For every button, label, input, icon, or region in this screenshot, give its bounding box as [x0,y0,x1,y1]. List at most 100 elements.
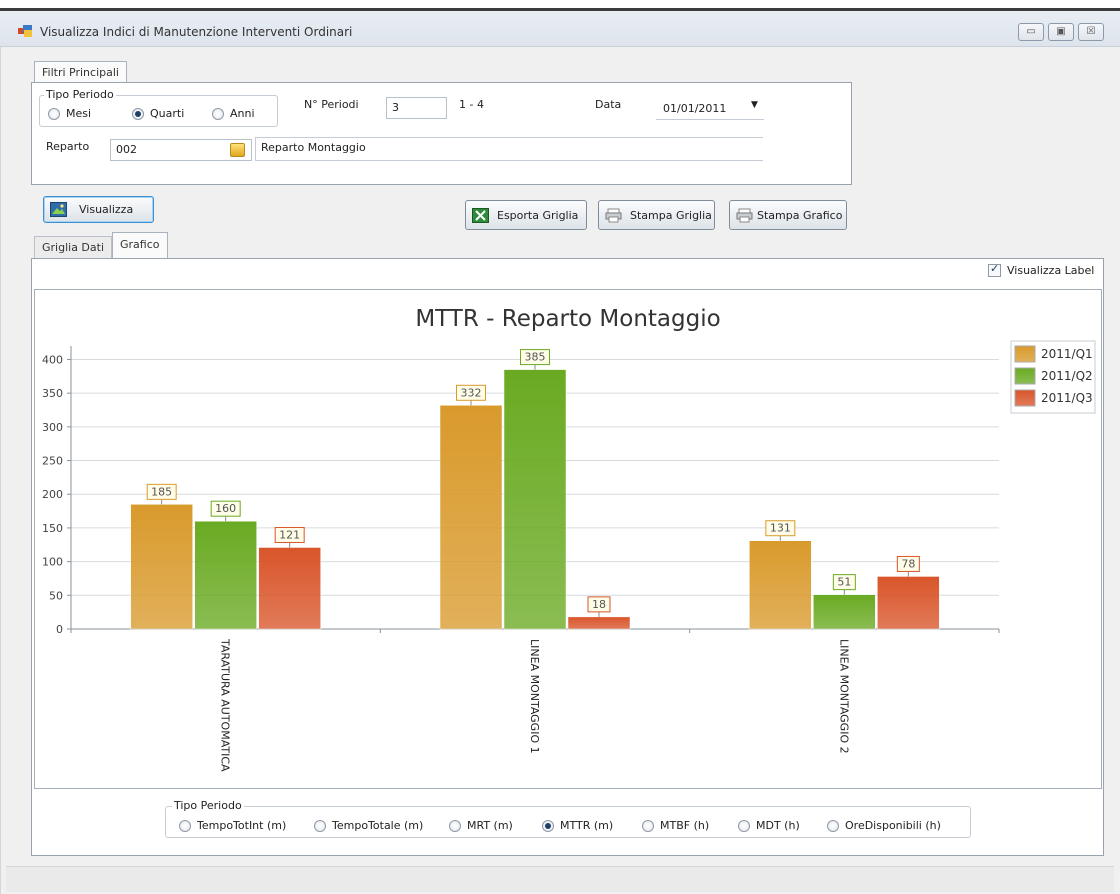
data-label: 51 [837,576,851,589]
bar [130,504,193,630]
reparto-name-value: Reparto Montaggio [261,141,366,154]
index-option-label: TempoTotale (m) [332,819,424,832]
tab-filtri-principali[interactable]: Filtri Principali [34,61,127,83]
radio-mesi-label: Mesi [66,107,92,120]
index-option-tempototint[interactable]: TempoTotInt (m) [179,819,286,832]
stampa-griglia-label: Stampa Griglia [630,208,712,222]
app-window-icon [18,25,32,37]
bar [877,576,940,630]
stampa-griglia-button[interactable]: Stampa Griglia [598,200,715,230]
radio-circle[interactable] [827,819,839,832]
y-tick-label: 0 [56,623,63,636]
legend-swatch [1014,345,1036,363]
radio-anni-label: Anni [230,107,255,120]
radio-anni[interactable]: Anni [212,107,255,120]
radio-circle[interactable] [738,819,750,832]
radio-quarti-circle[interactable] [132,107,144,120]
excel-icon [472,207,489,223]
maximize-button[interactable]: ▣ [1048,23,1074,41]
stampa-grafico-button[interactable]: Stampa Grafico [729,200,847,230]
bar [749,540,812,630]
index-option-mdt[interactable]: MDT (h) [738,819,800,832]
data-label: Data [595,98,622,111]
visualizza-button[interactable]: Visualizza [43,196,154,223]
index-option-label: TempoTotInt (m) [197,819,287,832]
index-option-mrt[interactable]: MRT (m) [449,819,513,832]
x-category-label: LINEA MONTAGGIO 1 [528,639,541,754]
index-option-oredisponibili[interactable]: OreDisponibili (h) [827,819,941,832]
visualizza-label: Visualizza [79,203,134,216]
index-option-tempototale[interactable]: TempoTotale (m) [314,819,423,832]
picture-icon [50,202,67,217]
y-tick-label: 250 [42,455,63,468]
bar [258,547,321,630]
data-label: 18 [592,598,606,611]
index-option-mttr[interactable]: MTTR (m) [542,819,613,832]
reparto-label: Reparto [46,140,90,153]
window-title: Visualizza Indici di Manutenzione Interv… [40,25,353,39]
n-periodi-label: N° Periodi [304,98,359,111]
lookup-folder-icon[interactable] [230,143,245,157]
index-option-label: MTBF (h) [660,819,710,832]
visualizza-label-checkbox[interactable]: ✓ Visualizza Label [988,262,1095,277]
date-picker[interactable]: 01/01/2011 ▼ [656,96,764,120]
index-selector-label: Tipo Periodo [172,799,244,812]
data-label: 121 [279,528,300,541]
date-value: 01/01/2011 [663,102,727,115]
esporta-griglia-button[interactable]: Esporta Griglia [465,200,587,230]
data-label: 131 [770,522,791,535]
chevron-down-icon[interactable]: ▼ [751,100,758,110]
printer-icon [736,208,753,222]
radio-quarti-label: Quarti [150,107,185,120]
legend-swatch [1014,389,1036,407]
index-option-label: MRT (m) [467,819,513,832]
data-label: 185 [151,485,172,498]
legend-entry: 2011/Q1 [1041,347,1093,361]
index-option-label: MDT (h) [756,819,800,832]
radio-mesi[interactable]: Mesi [48,107,91,120]
index-option-label: MTTR (m) [560,819,614,832]
bar [439,405,503,630]
y-tick-label: 350 [42,387,63,400]
y-tick-label: 100 [42,556,63,569]
legend-swatch [1014,367,1036,385]
data-label: 385 [525,351,546,364]
n-periodi-input[interactable]: 3 [386,97,447,119]
radio-circle[interactable] [449,819,461,832]
mttr-bar-chart: MTTR - Reparto Montaggio 0 50 100 150 200 250… [42,306,1096,772]
bar [503,369,567,630]
close-button[interactable]: ☒ [1078,23,1104,41]
chart-frame: MTTR - Reparto Montaggio 0 50 100 150 200 250… [34,289,1102,789]
radio-circle[interactable] [179,819,191,832]
n-periodi-range: 1 - 4 [459,98,484,111]
reparto-code-value: 002 [116,143,137,156]
tab-griglia-dati[interactable]: Griglia Dati [34,236,113,258]
minimize-button[interactable]: ▭ [1018,23,1044,41]
y-tick-label: 400 [42,353,63,366]
radio-circle[interactable] [542,819,554,832]
radio-circle[interactable] [314,819,326,832]
index-option-label: OreDisponibili (h) [845,819,941,832]
status-bar [6,866,1114,892]
y-tick-label: 150 [42,522,63,535]
y-tick-label: 300 [42,421,63,434]
data-label: 160 [215,502,236,515]
tab-grafico[interactable]: Grafico [112,232,168,259]
radio-circle[interactable] [642,819,654,832]
y-tick-label: 50 [49,589,63,602]
radio-anni-circle[interactable] [212,107,224,120]
x-category-label: LINEA MONTAGGIO 2 [837,639,850,754]
index-option-mtbf[interactable]: MTBF (h) [642,819,709,832]
x-category-label: TARATURA AUTOMATICA [219,638,232,772]
radio-mesi-circle[interactable] [48,107,60,120]
visualizza-label-text: Visualizza Label [1007,264,1095,277]
data-label: 332 [461,386,482,399]
checkbox-box[interactable]: ✓ [988,262,1001,277]
stampa-grafico-label: Stampa Grafico [757,208,843,222]
data-label: 78 [901,557,915,570]
bar [567,616,631,630]
checkmark-icon: ✓ [990,262,1000,275]
esporta-griglia-label: Esporta Griglia [497,208,579,222]
radio-quarti[interactable]: Quarti [132,107,184,120]
legend-entry: 2011/Q3 [1041,391,1093,405]
